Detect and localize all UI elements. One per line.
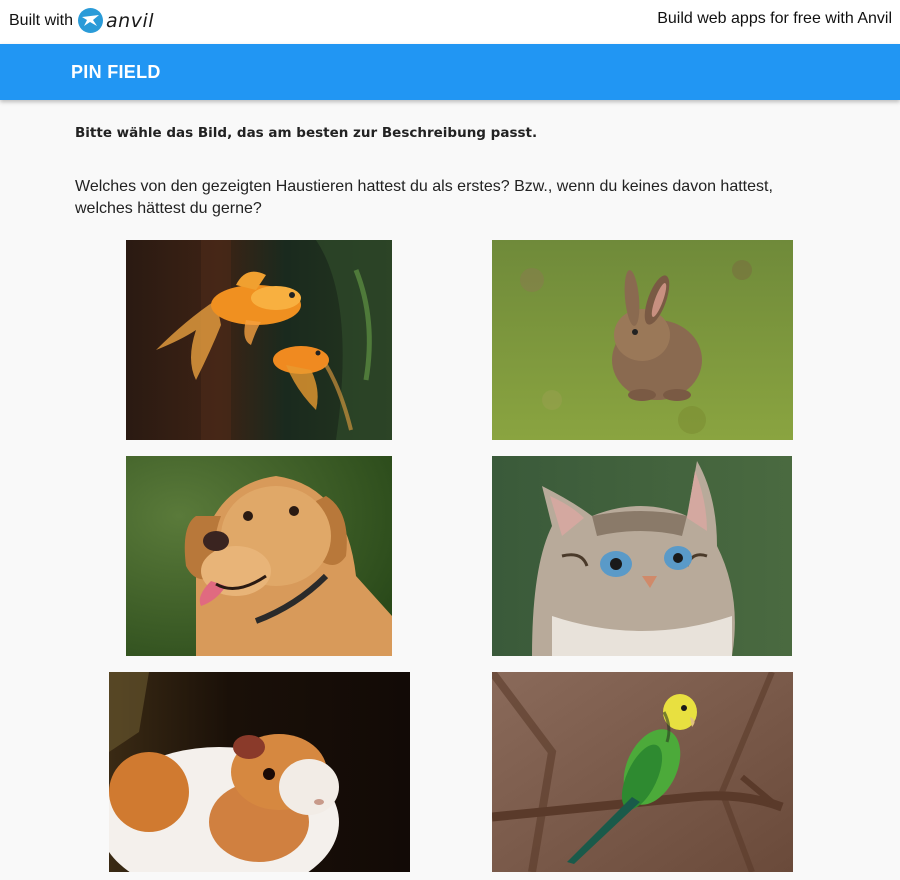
anvil-logo-icon [78,8,104,33]
choice-budgie-image[interactable] [492,672,793,872]
anvil-tagline-link[interactable]: Build web apps for free with Anvil [657,10,892,28]
app-header: PIN FIELD [0,44,900,100]
choice-cat-image[interactable] [492,456,792,656]
built-with-anvil-link[interactable]: Built with anvil [9,8,154,33]
question-text: Welches von den gezeigten Haustieren hat… [75,178,773,217]
built-with-label: Built with [9,11,74,29]
choice-rabbit-image[interactable] [492,240,793,440]
anvil-banner: Built with anvil Build web apps for free… [0,0,900,44]
app-title: PIN FIELD [71,62,161,82]
choice-dog-image[interactable] [126,456,392,656]
instruction-text: Bitte wähle das Bild, das am besten zur … [75,125,538,141]
choice-guinea-pig-image[interactable] [109,672,410,872]
anvil-logo-text: anvil [106,9,155,32]
choice-goldfish-image[interactable] [126,240,392,440]
